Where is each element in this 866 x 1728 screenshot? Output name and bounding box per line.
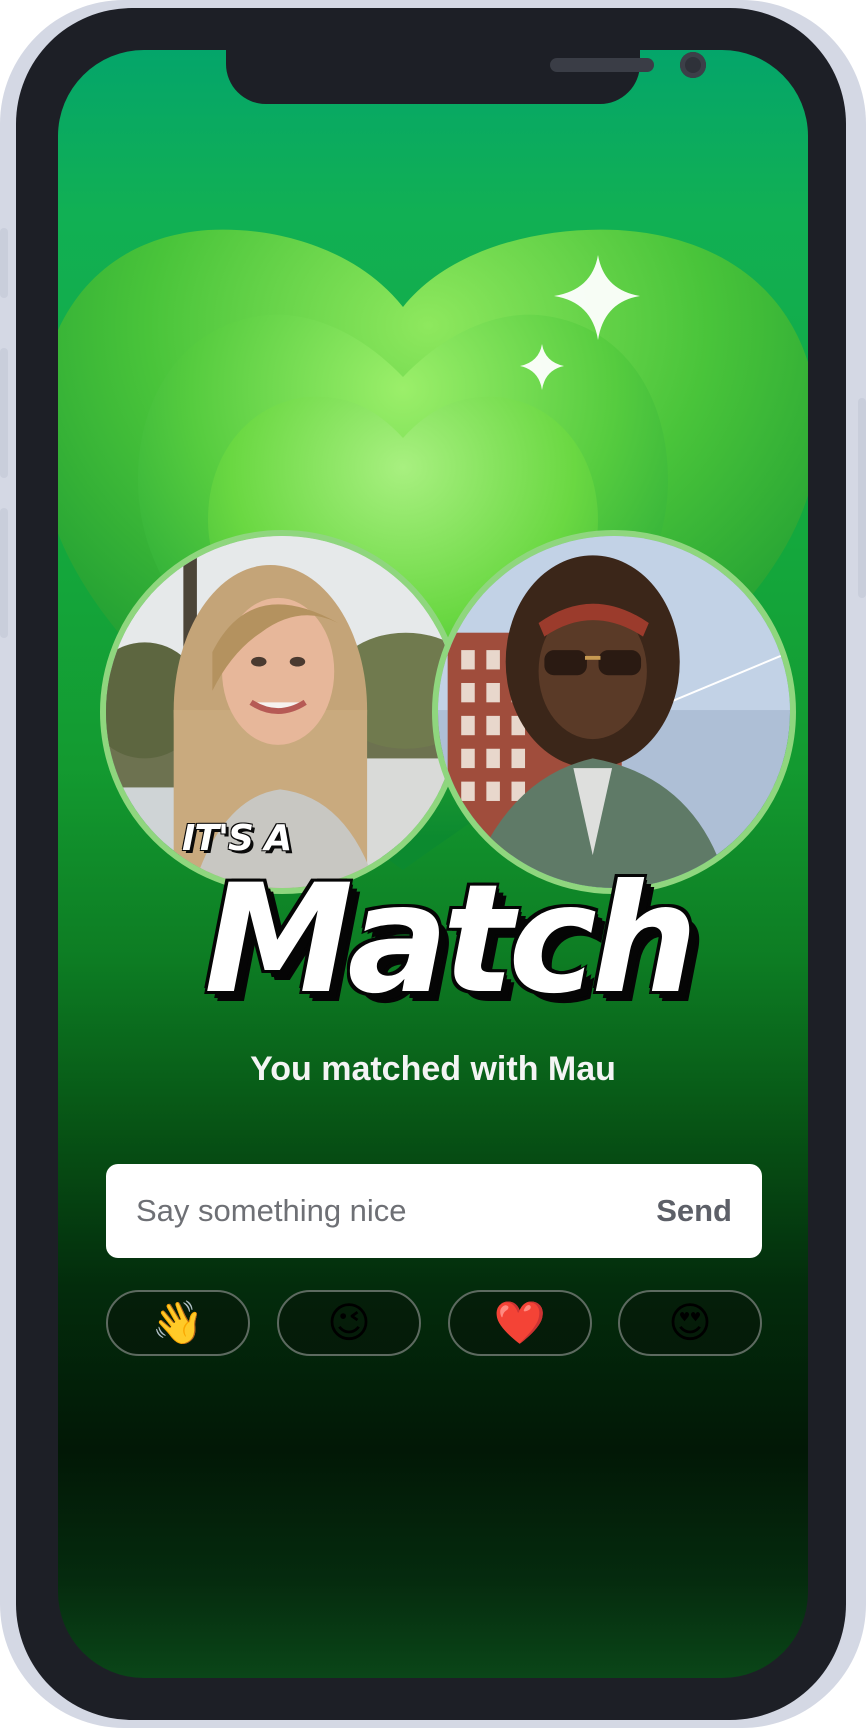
heart-eyes-icon: 😍 [668,1298,712,1347]
front-camera [680,52,706,78]
match-screen: IT'S A Match You matched with Mau Send 👋… [58,50,808,1678]
red-heart-icon: ❤️ [493,1298,547,1347]
waving-hand-icon: 👋 [151,1298,205,1347]
message-box: Send [106,1164,762,1258]
speaker-grille [550,58,654,72]
match-photo [432,530,796,894]
winking-face-icon: 😉 [327,1298,371,1347]
quick-reply-wave-button[interactable]: 👋 [106,1290,250,1356]
match-title: Match [204,853,698,1027]
volume-down-button [0,508,8,638]
quick-reply-row: 👋 😉 ❤️ 😍 [106,1290,762,1356]
message-input[interactable] [136,1164,616,1258]
quick-reply-wink-button[interactable]: 😉 [277,1290,421,1356]
quick-reply-heart-button[interactable]: ❤️ [448,1290,592,1356]
phone-frame: IT'S A Match You matched with Mau Send 👋… [0,0,866,1728]
mute-switch [0,228,8,298]
send-button[interactable]: Send [632,1164,732,1258]
matched-subtitle: You matched with Mau [250,1050,616,1088]
phone-notch [226,50,706,104]
volume-up-button [0,348,8,478]
match-photo-image [438,536,790,888]
power-button [858,398,866,598]
quick-reply-heart-eyes-button[interactable]: 😍 [618,1290,762,1356]
